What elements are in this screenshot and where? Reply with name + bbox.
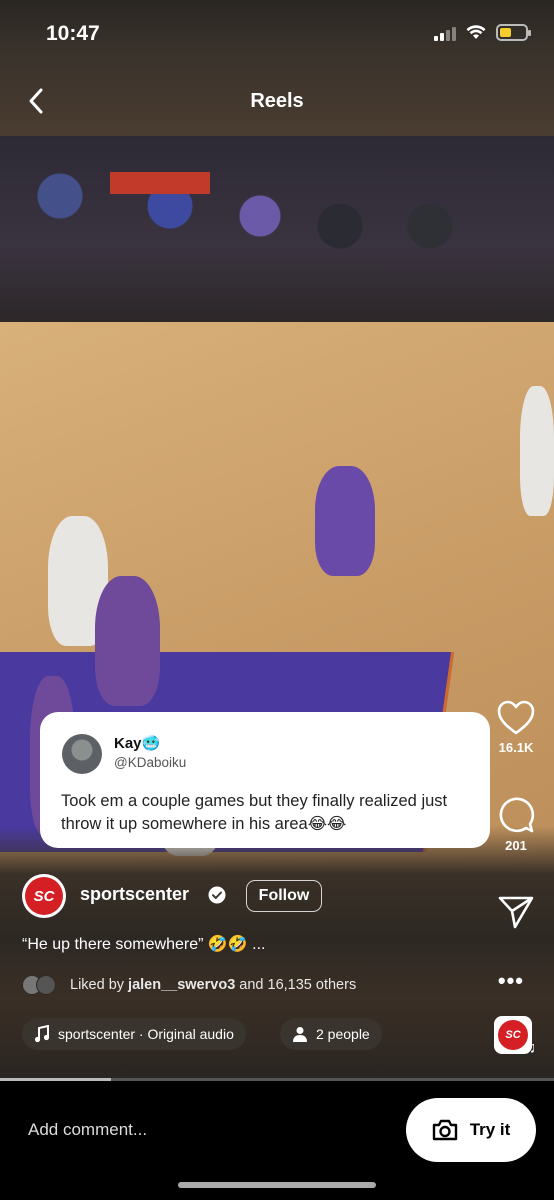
video-bottom-area: [0, 944, 554, 1080]
signal-icon: [434, 25, 456, 41]
home-indicator: [178, 1182, 376, 1188]
more-options-icon[interactable]: •••: [498, 968, 524, 994]
video-progress-fill: [0, 1078, 111, 1081]
status-time: 10:47: [46, 22, 100, 45]
status-icons: [434, 24, 531, 41]
send-icon: [498, 896, 534, 929]
follow-button[interactable]: Follow: [246, 880, 322, 912]
like-count: 16.1K: [498, 740, 534, 755]
tweet-avatar: [62, 734, 102, 774]
try-it-button[interactable]: Try it: [406, 1098, 536, 1162]
comment-icon: [499, 797, 535, 833]
tweet-author-handle: @KDaboiku: [114, 755, 187, 770]
like-button[interactable]: 16.1K: [490, 700, 542, 755]
author-avatar[interactable]: SC: [22, 874, 66, 918]
comment-count: 201: [505, 838, 527, 853]
audio-label: sportscenter · Original audio: [58, 1026, 234, 1042]
tagged-people-chip[interactable]: 2 people: [280, 1018, 382, 1050]
tweet-card: Kay🥶 @KDaboiku Took em a couple games bu…: [40, 712, 490, 848]
people-label: 2 people: [316, 1026, 370, 1042]
reel-caption[interactable]: “He up there somewhere” 🤣🤣 ...: [22, 934, 265, 954]
try-it-label: Try it: [469, 1120, 511, 1139]
music-note-icon: [34, 1025, 50, 1043]
sportscenter-logo-icon: SC: [25, 877, 63, 915]
arena-banner: [110, 172, 210, 194]
author-name[interactable]: sportscenter: [80, 884, 189, 905]
original-audio-chip[interactable]: sportscenter · Original audio: [22, 1018, 246, 1050]
heart-icon: [497, 700, 535, 735]
tweet-text: Took em a couple games but they finally …: [61, 792, 448, 833]
player: [315, 466, 375, 576]
share-button[interactable]: [490, 894, 542, 930]
verified-icon: [208, 886, 226, 904]
camera-icon: [432, 1119, 457, 1141]
page-title: Reels: [250, 90, 304, 112]
player: [95, 576, 160, 706]
music-note-icon: ♫: [524, 1040, 536, 1057]
video-top-area: [0, 0, 554, 136]
crowd-image: [0, 136, 554, 336]
liked-by-user[interactable]: jalen__swervo3: [128, 977, 235, 993]
person-icon: [293, 1027, 307, 1042]
tweet-author-name: Kay🥶: [114, 735, 161, 752]
wifi-icon: [466, 25, 486, 39]
add-comment-input[interactable]: Add comment...: [28, 1120, 147, 1140]
comment-button[interactable]: 201: [490, 794, 542, 853]
liked-by-row[interactable]: Liked by jalen__swervo3 and 16,135 other…: [22, 975, 356, 995]
battery-icon: [496, 24, 531, 41]
video-progress-bar[interactable]: [0, 1078, 554, 1081]
liked-avatars: [22, 975, 62, 995]
liked-by-text: Liked by jalen__swervo3 and 16,135 other…: [70, 977, 357, 993]
player: [520, 386, 554, 516]
